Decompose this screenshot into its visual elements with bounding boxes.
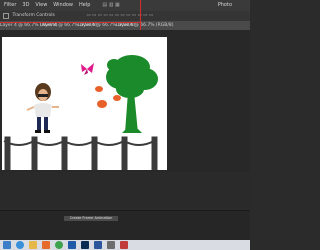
window-menu[interactable]: Window xyxy=(53,0,73,11)
view-menu[interactable]: View xyxy=(35,0,47,11)
menu-bar: Filter 3D View Window Help ▤ ▥ ▦ Photo xyxy=(0,0,250,11)
3d-menu[interactable]: 3D xyxy=(22,0,29,11)
butterfly xyxy=(81,63,94,75)
tree xyxy=(106,55,158,133)
app-icon[interactable] xyxy=(68,241,76,249)
windows-start-icon[interactable] xyxy=(3,241,11,249)
fence xyxy=(3,136,158,171)
create-frame-animation-button[interactable]: Create Frame Animation xyxy=(64,216,118,221)
help-menu[interactable]: Help xyxy=(79,0,90,11)
filter-menu[interactable]: Filter xyxy=(4,0,16,11)
workspace-lower xyxy=(0,172,250,210)
transform-controls-checkbox[interactable] xyxy=(3,13,9,19)
windows-taskbar xyxy=(0,240,250,250)
app-icon[interactable] xyxy=(120,241,128,249)
word-icon[interactable] xyxy=(94,241,102,249)
media-icon[interactable] xyxy=(42,241,50,249)
photoshop-taskbar-icon[interactable] xyxy=(81,241,89,249)
cartoon-girl xyxy=(26,83,59,133)
options-bar: Transform Controls ▭ ▭ ▭ ▭ ▭ ▭ ▭ ▭ ▭ ▭ ▭… xyxy=(0,11,250,21)
document-canvas[interactable] xyxy=(2,37,167,171)
workspace-label[interactable]: Photo xyxy=(218,0,232,11)
ie-icon[interactable] xyxy=(16,241,24,249)
timeline-panel xyxy=(0,210,250,241)
file-explorer-icon[interactable] xyxy=(29,241,37,249)
highlight-line xyxy=(140,0,141,34)
artwork xyxy=(3,55,158,171)
misc-icon[interactable] xyxy=(107,241,115,249)
chrome-icon[interactable] xyxy=(55,241,63,249)
align-icons[interactable]: ▭ ▭ ▭ ▭ ▭ ▭ ▭ ▭ ▭ ▭ ▭ ▭ xyxy=(86,13,153,18)
toolbar-icon-strip: ▤ ▥ ▦ xyxy=(102,2,120,8)
transform-controls-label: Transform Controls xyxy=(12,13,55,18)
